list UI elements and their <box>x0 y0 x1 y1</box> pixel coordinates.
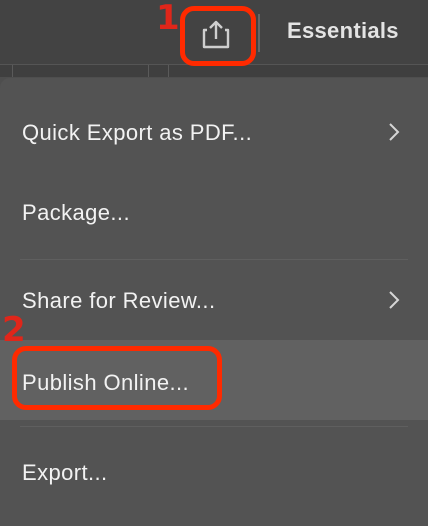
menu-item-share-for-review[interactable]: Share for Review... <box>0 261 428 341</box>
menu-item-package[interactable]: Package... <box>0 171 428 251</box>
strip-divider <box>12 65 13 77</box>
annotation-step-1: 1 <box>156 0 180 38</box>
chevron-right-icon <box>388 290 400 315</box>
menu-item-label: Package... <box>22 200 130 225</box>
menu-separator <box>20 426 408 427</box>
menu-item-label: Quick Export as PDF... <box>22 120 253 145</box>
toolbar-divider <box>258 14 260 52</box>
menu-item-quick-export-pdf[interactable]: Quick Export as PDF... <box>0 91 428 171</box>
menu-item-label: Share for Review... <box>22 288 216 313</box>
annotation-step-2: 2 <box>2 310 26 350</box>
strip-divider <box>148 65 149 77</box>
chevron-right-icon <box>388 122 400 147</box>
strip-divider <box>168 65 169 77</box>
menu-item-label: Export... <box>22 460 108 485</box>
share-dropdown-menu: Quick Export as PDF... Package... Share … <box>0 78 428 526</box>
menu-separator <box>20 259 408 260</box>
menu-item-export[interactable]: Export... <box>0 431 428 511</box>
annotation-box-publish-online <box>12 346 222 410</box>
workspace-switcher[interactable]: Essentials <box>287 18 399 44</box>
annotation-box-share <box>180 6 256 66</box>
screen: Essentials Quick Export as PDF... Packag… <box>0 0 428 526</box>
